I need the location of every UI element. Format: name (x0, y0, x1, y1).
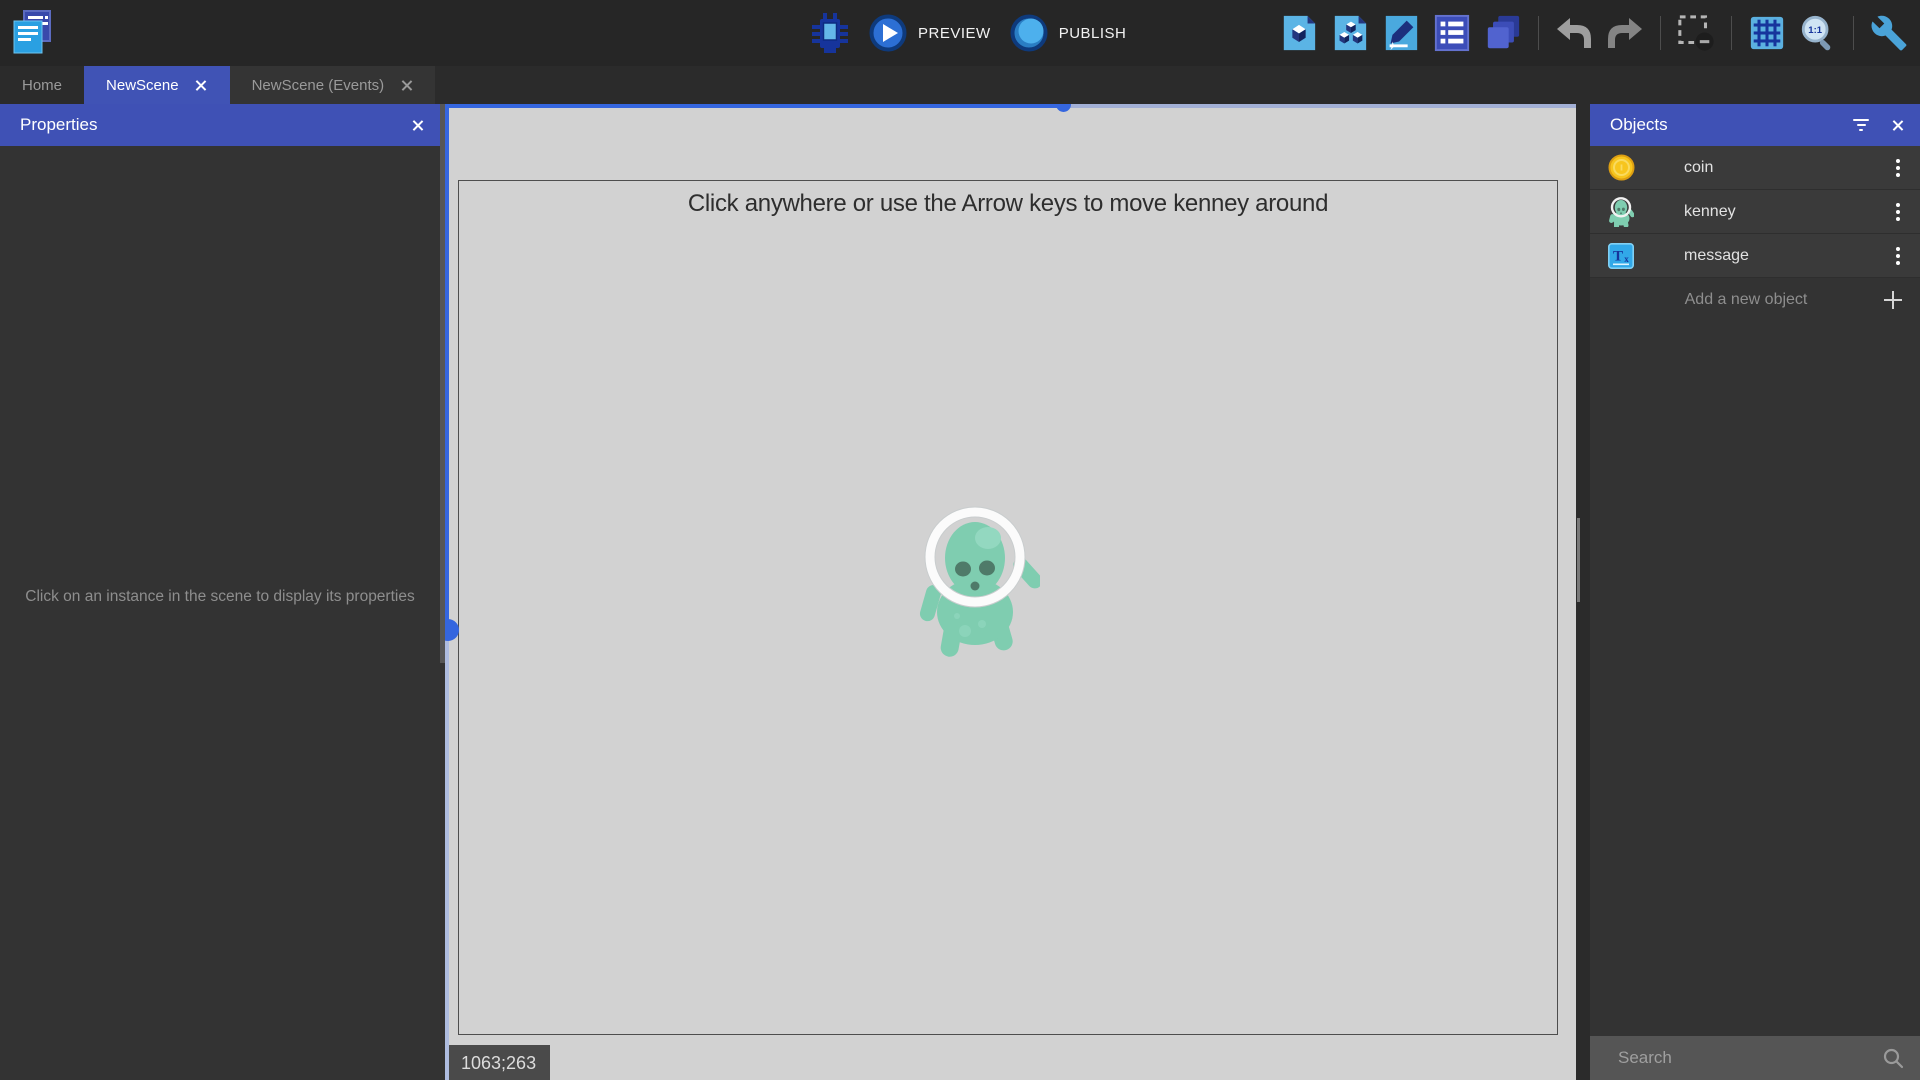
filter-icon[interactable] (1853, 119, 1869, 131)
objects-search-bar (1590, 1036, 1920, 1080)
object-row-coin[interactable]: coin (1590, 146, 1920, 190)
scene-canvas[interactable]: Click anywhere or use the Arrow keys to … (445, 104, 1576, 1080)
properties-empty-message: Click on an instance in the scene to dis… (18, 585, 422, 609)
toolbar-separator (1731, 16, 1732, 50)
redo-icon[interactable] (1606, 15, 1644, 51)
scene-properties-icon[interactable] (1382, 13, 1420, 53)
properties-panel-title: Properties (20, 115, 97, 135)
gdevelop-window: PREVIEW PUBLISH (0, 0, 1920, 1080)
gutter-scrollbar-thumb[interactable] (1577, 518, 1580, 602)
scene-text-instance[interactable]: Click anywhere or use the Arrow keys to … (458, 190, 1558, 218)
text-object-icon: T x (1607, 243, 1635, 269)
cursor-coordinates-badge: 1063;263 (449, 1045, 550, 1080)
toolbar-right-group: 1:1 (1280, 0, 1908, 66)
publish-button[interactable]: PUBLISH (1009, 13, 1127, 53)
objects-panel: Objects coin (1590, 104, 1920, 1080)
tab-bar: Home NewScene NewScene (Events) (0, 66, 1920, 104)
objects-panel-title: Objects (1610, 115, 1668, 135)
tab-newscene-events[interactable]: NewScene (Events) (230, 66, 436, 104)
undo-icon[interactable] (1555, 15, 1593, 51)
preview-button[interactable]: PREVIEW (868, 13, 991, 53)
horizontal-scrollbar-thumb[interactable] (445, 104, 1063, 108)
kenney-sprite[interactable] (915, 505, 1040, 660)
add-object-label: Add a new object (1608, 291, 1884, 309)
horizontal-scrollbar-handle[interactable] (1056, 104, 1071, 112)
objects-editor-icon[interactable] (1280, 13, 1318, 53)
deselect-instances-icon[interactable] (1677, 14, 1715, 52)
layers-icon[interactable] (1484, 13, 1522, 53)
zoom-ratio-label: 1:1 (1808, 25, 1822, 36)
toolbar-center-group: PREVIEW PUBLISH (810, 0, 1126, 66)
horizontal-scrollbar[interactable] (445, 104, 1576, 108)
project-manager-icon (10, 8, 54, 56)
zoom-original-icon[interactable]: 1:1 (1799, 14, 1837, 52)
instances-list-icon[interactable] (1433, 13, 1471, 53)
kenney-icon (1607, 197, 1635, 227)
object-name: kenney (1684, 203, 1736, 221)
properties-panel-header: Properties (0, 104, 440, 146)
tab-newscene[interactable]: NewScene (84, 66, 230, 104)
search-input[interactable] (1616, 1047, 1882, 1069)
properties-panel: Properties Click on an instance in the s… (0, 104, 440, 1080)
object-menu-icon[interactable] (1894, 199, 1902, 225)
tab-home[interactable]: Home (0, 66, 84, 104)
tab-close-icon[interactable] (195, 79, 208, 92)
plus-icon (1884, 291, 1902, 309)
close-icon[interactable] (411, 119, 424, 132)
main-toolbar: PREVIEW PUBLISH (0, 0, 1920, 66)
tab-close-icon[interactable] (400, 79, 413, 92)
vertical-scrollbar[interactable] (445, 104, 449, 1080)
debugger-button[interactable] (810, 12, 850, 54)
publish-label: PUBLISH (1059, 25, 1127, 42)
vertical-scrollbar-handle[interactable] (445, 619, 459, 641)
object-menu-icon[interactable] (1894, 155, 1902, 181)
text-icon-t: T (1613, 248, 1623, 264)
grid-icon[interactable] (1748, 14, 1786, 52)
object-menu-icon[interactable] (1894, 243, 1902, 269)
preview-label: PREVIEW (918, 25, 991, 42)
preview-play-icon (868, 13, 908, 53)
publish-globe-icon (1009, 13, 1049, 53)
settings-wrench-icon[interactable] (1870, 14, 1908, 52)
toolbar-separator (1538, 16, 1539, 50)
toolbar-separator (1660, 16, 1661, 50)
search-icon (1882, 1047, 1904, 1069)
objects-panel-header: Objects (1590, 104, 1920, 146)
toolbar-separator (1853, 16, 1854, 50)
object-row-kenney[interactable]: kenney (1590, 190, 1920, 234)
object-groups-icon[interactable] (1331, 13, 1369, 53)
object-name: message (1684, 247, 1749, 265)
canvas-right-gutter (1576, 104, 1590, 1080)
vertical-scrollbar-thumb[interactable] (445, 104, 449, 630)
object-name: coin (1684, 159, 1713, 177)
close-icon[interactable] (1891, 119, 1904, 132)
tab-home-label: Home (22, 77, 62, 94)
tab-newscene-events-label: NewScene (Events) (252, 77, 385, 94)
coin-icon (1607, 154, 1635, 181)
project-manager-button[interactable] (10, 8, 54, 56)
text-icon-x: x (1624, 254, 1629, 264)
object-row-message[interactable]: T x message (1590, 234, 1920, 278)
add-object-button[interactable]: Add a new object (1590, 278, 1920, 322)
debug-icon (810, 12, 850, 54)
tab-newscene-label: NewScene (106, 77, 179, 94)
